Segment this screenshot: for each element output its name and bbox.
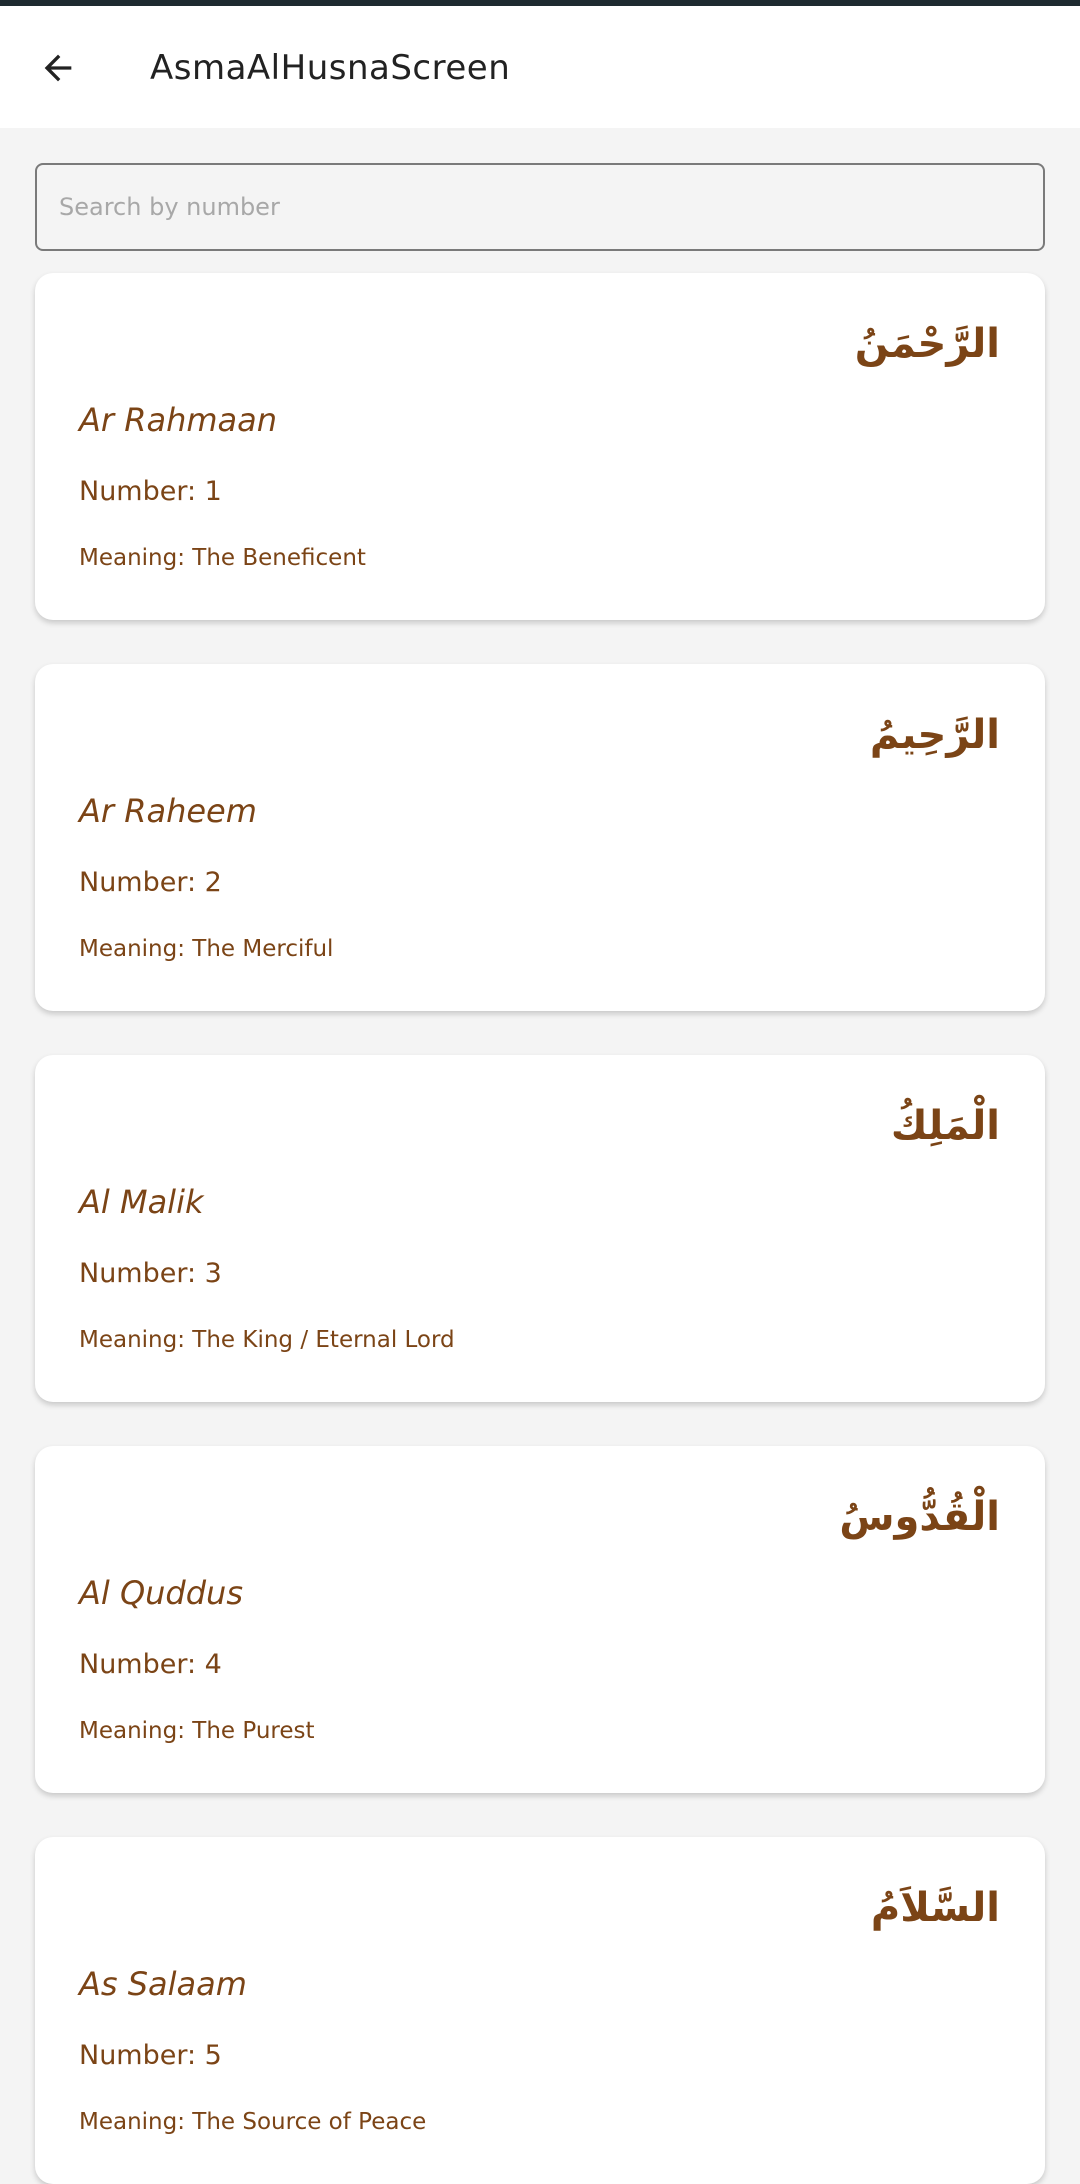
arrow-left-icon [44, 54, 72, 82]
arabic-name: الْمَلِكُ [890, 1103, 1000, 1149]
name-meaning: Meaning: The Merciful [79, 936, 334, 962]
transliteration: Ar Rahmaan [79, 401, 278, 439]
name-number: Number: 3 [79, 1258, 222, 1289]
name-card[interactable]: السَّلاَمُ As Salaam Number: 5 Meaning: … [35, 1837, 1045, 2184]
arabic-name: السَّلاَمُ [870, 1885, 1000, 1931]
name-card[interactable]: الْقُدُّوسُ Al Quddus Number: 4 Meaning:… [35, 1446, 1045, 1793]
name-meaning: Meaning: The Source of Peace [79, 2109, 427, 2135]
name-meaning: Meaning: The Purest [79, 1718, 315, 1744]
name-number: Number: 5 [79, 2040, 222, 2071]
name-number: Number: 2 [79, 867, 222, 898]
name-card[interactable]: الرَّحِيمُ Ar Raheem Number: 2 Meaning: … [35, 664, 1045, 1011]
name-number: Number: 4 [79, 1649, 222, 1680]
transliteration: Ar Raheem [79, 792, 257, 830]
arabic-name: الْقُدُّوسُ [839, 1494, 1000, 1540]
page-title: AsmaAlHusnaScreen [150, 48, 511, 88]
search-input[interactable] [35, 163, 1045, 251]
name-meaning: Meaning: The King / Eternal Lord [79, 1327, 455, 1353]
name-card[interactable]: الرَّحْمَنُ Ar Rahmaan Number: 1 Meaning… [35, 273, 1045, 620]
name-meaning: Meaning: The Beneficent [79, 545, 366, 571]
transliteration: Al Malik [79, 1183, 204, 1221]
transliteration: Al Quddus [79, 1574, 243, 1612]
arabic-name: الرَّحِيمُ [869, 712, 1000, 758]
name-card[interactable]: الْمَلِكُ Al Malik Number: 3 Meaning: Th… [35, 1055, 1045, 1402]
app-bar: AsmaAlHusnaScreen [0, 6, 1080, 128]
back-button[interactable] [36, 46, 80, 90]
name-number: Number: 1 [79, 476, 222, 507]
arabic-name: الرَّحْمَنُ [854, 321, 1000, 367]
transliteration: As Salaam [79, 1965, 247, 2003]
